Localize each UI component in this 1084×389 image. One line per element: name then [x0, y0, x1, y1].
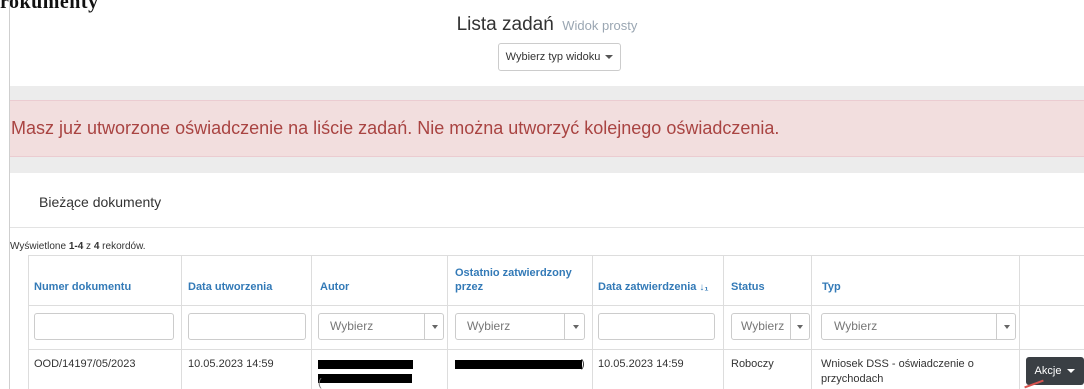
select-separator — [790, 314, 791, 339]
column-header-typ[interactable]: Typ — [822, 280, 841, 294]
filter-autor-placeholder: Wybierz — [330, 319, 374, 333]
filter-row-divider — [29, 349, 1084, 350]
redacted-author-line2 — [318, 374, 412, 383]
filter-approver-select[interactable]: Wybierz — [455, 313, 585, 340]
cell-approver-suffix: ) — [581, 358, 585, 370]
column-divider — [592, 256, 593, 389]
cell-numer-dokumentu[interactable]: OOD/14197/05/2023 — [34, 357, 136, 372]
filter-status-placeholder: Wybierz — [741, 319, 785, 333]
panel-title: Bieżące dokumenty — [39, 194, 162, 210]
column-divider — [811, 256, 812, 389]
page-title: Lista zadań — [456, 14, 554, 35]
filter-typ-placeholder: Wybierz — [834, 319, 878, 333]
summary-middle: z — [83, 241, 94, 252]
filter-data-zatwierdzenia-input[interactable] — [598, 313, 715, 340]
summary-range: 1-4 — [68, 241, 84, 252]
title-line: Lista zadań Widok prosty — [10, 14, 1084, 36]
cell-data-zatwierdzenia: 10.05.2023 14:59 — [598, 358, 684, 370]
chevron-down-icon — [432, 325, 438, 329]
column-header-status[interactable]: Status — [731, 280, 765, 294]
column-divider — [723, 256, 724, 389]
caret-down-icon — [605, 55, 614, 59]
filter-numer-input[interactable] — [34, 313, 174, 340]
panel-divider — [10, 227, 1084, 228]
column-divider — [181, 256, 182, 389]
view-type-dropdown-button[interactable]: Wybierz typ widoku — [498, 43, 621, 71]
filter-approver-placeholder: Wybierz — [467, 319, 511, 333]
separator-band-top — [10, 86, 1084, 100]
column-header-numer-dokumentu[interactable]: Numer dokumentu — [34, 280, 131, 294]
cell-autor-suffix: ( — [318, 377, 322, 389]
chevron-down-icon — [797, 325, 803, 329]
header-row-divider — [29, 305, 1084, 306]
chevron-down-icon — [573, 325, 579, 329]
column-divider — [1019, 256, 1020, 389]
column-header-data-zatwierdzenia[interactable]: Data zatwierdzenia ↓₁ — [598, 280, 709, 295]
filter-data-utworzenia-input[interactable] — [188, 313, 306, 340]
column-header-autor[interactable]: Autor — [320, 280, 349, 294]
filter-status-select[interactable]: Wybierz — [731, 313, 810, 340]
summary-prefix: Wyświetlone — [10, 241, 69, 252]
select-separator — [424, 314, 425, 339]
page-header: Lista zadań Widok prosty Wybierz typ wid… — [10, 0, 1084, 86]
column-divider — [447, 256, 448, 389]
column-header-data-utworzenia[interactable]: Data utworzenia — [188, 280, 272, 294]
actions-dropdown-button[interactable]: Akcje — [1026, 357, 1084, 385]
view-type-label: Wybierz typ widoku — [505, 51, 601, 63]
records-summary: Wyświetlone 1-4 z 4 rekordów. — [10, 241, 146, 252]
cell-data-utworzenia: 10.05.2023 14:59 — [188, 358, 274, 370]
redacted-author-line1 — [318, 360, 413, 369]
column-header-data-zatwierdzenia-label: Data zatwierdzenia — [598, 281, 697, 293]
select-separator — [996, 314, 997, 339]
cell-typ-line2: przychodach — [821, 373, 884, 385]
sort-desc-icon: ↓₁ — [699, 282, 709, 293]
column-header-ostatnio-zatwierdzony-przez[interactable]: Ostatnio zatwierdzony przez — [455, 266, 585, 294]
select-separator — [564, 314, 565, 339]
separator-band-bottom — [10, 157, 1084, 173]
error-alert: Masz już utworzone oświadczenie na liści… — [10, 100, 1084, 157]
filter-typ-select[interactable]: Wybierz — [821, 313, 1016, 340]
cell-typ-line1: Wniosek DSS - oświadczenie o — [821, 358, 974, 370]
actions-label: Akcje — [1034, 365, 1062, 377]
redacted-approver — [455, 360, 582, 369]
filter-autor-select[interactable]: Wybierz — [318, 313, 444, 340]
cell-typ: Wniosek DSS - oświadczenie o przychodach — [821, 357, 1011, 387]
cell-status: Roboczy — [731, 358, 774, 370]
summary-suffix: rekordów. — [99, 241, 146, 252]
caret-down-icon — [1067, 369, 1076, 373]
page-subtitle: Widok prosty — [562, 18, 638, 33]
alert-message: Masz już utworzone oświadczenie na liści… — [11, 118, 780, 138]
chevron-down-icon — [1004, 325, 1010, 329]
column-divider — [311, 256, 312, 389]
